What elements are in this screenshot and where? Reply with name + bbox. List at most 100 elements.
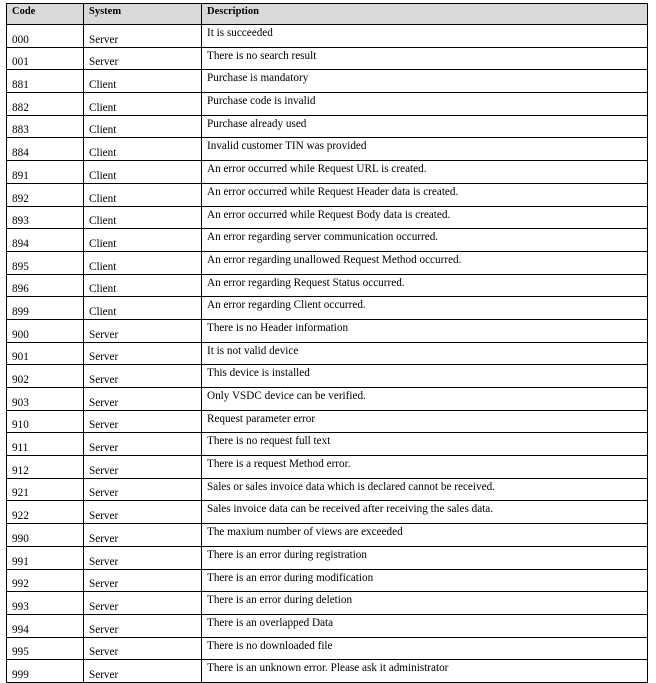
table-row: 899 Client An error regarding Client occur…	[6, 296, 648, 320]
cell-system: Client	[83, 114, 202, 139]
cell-system: Server	[83, 455, 202, 479]
table-row: 903 Server Only VSDC device can be verifie…	[6, 387, 648, 411]
cell-code: 000	[6, 24, 84, 48]
cell-code: 894	[6, 228, 84, 252]
cell-system: Server	[83, 364, 202, 388]
cell-description: There is an unknown error. Please ask it…	[201, 659, 648, 683]
cell-code: 899	[6, 296, 84, 320]
table-row: 991 Server There is an error during regist…	[6, 545, 648, 570]
cell-description: An error regarding Client occurred.	[201, 296, 648, 320]
cell-system: Server	[83, 409, 202, 434]
cell-system: Server	[83, 545, 202, 570]
table-row: 001 Server There is no search result	[6, 46, 648, 71]
cell-code: 910	[6, 409, 84, 434]
cell-code: 911	[6, 432, 84, 457]
cell-code: 921	[6, 477, 84, 502]
cell-code: 891	[6, 160, 84, 184]
cell-system: Client	[83, 273, 202, 298]
cell-description: Request parameter error	[201, 409, 648, 434]
table-row: 891 Client An error occurred while Request…	[6, 160, 648, 184]
cell-code: 991	[6, 545, 84, 570]
header-system: System	[83, 3, 202, 25]
table-row: 901 Server It is not valid device	[6, 341, 648, 366]
cell-code: 882	[6, 92, 84, 116]
cell-description: The maxium number of views are exceeded	[201, 523, 648, 547]
table-row: 883 Client Purchase already used	[6, 114, 648, 139]
cell-description: There is no request full text	[201, 432, 648, 457]
cell-code: 892	[6, 182, 84, 207]
cell-system: Server	[83, 432, 202, 457]
cell-code: 995	[6, 636, 84, 661]
cell-code: 001	[6, 46, 84, 71]
cell-description: Invalid customer TIN was provided	[201, 137, 648, 162]
table-header-row: Code System Description	[6, 3, 648, 25]
cell-code: 893	[6, 205, 84, 230]
cell-system: Server	[83, 387, 202, 411]
cell-system: Server	[83, 568, 202, 593]
cell-code: 903	[6, 387, 84, 411]
cell-description: There is an overlapped Data	[201, 613, 648, 638]
cell-code: 993	[6, 591, 84, 615]
table-row: 892 Client An error occurred while Request…	[6, 182, 648, 207]
cell-description: It is not valid device	[201, 341, 648, 366]
table-row: 896 Client An error regarding Request Stat…	[6, 273, 648, 298]
cell-code: 896	[6, 273, 84, 298]
cell-system: Client	[83, 205, 202, 230]
cell-description: An error occurred while Request Header d…	[201, 182, 648, 207]
cell-code: 990	[6, 523, 84, 547]
cell-description: An error regarding server communication …	[201, 228, 648, 252]
cell-code: 902	[6, 364, 84, 388]
cell-code: 900	[6, 318, 84, 343]
cell-code: 884	[6, 137, 84, 162]
table-row: 893 Client An error occurred while Request…	[6, 205, 648, 230]
cell-system: Client	[83, 160, 202, 184]
cell-description: There is an error during deletion	[201, 591, 648, 615]
cell-system: Client	[83, 296, 202, 320]
cell-description: This device is installed	[201, 364, 648, 388]
table-row: 882 Client Purchase code is invalid	[6, 92, 648, 116]
table-row: 000 Server It is succeeded	[6, 24, 648, 48]
header-description: Description	[201, 3, 648, 25]
cell-description: Sales invoice data can be received after…	[201, 500, 648, 525]
cell-description: There is a request Method error.	[201, 455, 648, 479]
cell-description: An error occurred while Request URL is c…	[201, 160, 648, 184]
cell-system: Server	[83, 24, 202, 48]
cell-code: 881	[6, 69, 84, 94]
cell-system: Client	[83, 69, 202, 94]
cell-system: Server	[83, 613, 202, 638]
cell-description: Purchase code is invalid	[201, 92, 648, 116]
cell-system: Server	[83, 500, 202, 525]
cell-description: Only VSDC device can be verified.	[201, 387, 648, 411]
table-row: 900 Server There is no Header information	[6, 318, 648, 343]
result-code-table: Code System Description 000 Server It is s…	[6, 3, 648, 683]
cell-description: Sales or sales invoice data which is dec…	[201, 477, 648, 502]
cell-code: 999	[6, 659, 84, 683]
cell-description: An error regarding unallowed Request Met…	[201, 250, 648, 275]
table-row: 881 Client Purchase is mandatory	[6, 69, 648, 94]
cell-code: 994	[6, 613, 84, 638]
header-code: Code	[6, 3, 84, 25]
table-row: 884 Client Invalid customer TIN was provid…	[6, 137, 648, 162]
cell-description: An error regarding Request Status occurr…	[201, 273, 648, 298]
cell-system: Server	[83, 318, 202, 343]
cell-description: There is an error during modification	[201, 568, 648, 593]
table-row: 993 Server There is an error during deleti…	[6, 591, 648, 615]
cell-description: There is no search result	[201, 46, 648, 71]
table-row: 894 Client An error regarding server commu…	[6, 228, 648, 252]
cell-system: Server	[83, 591, 202, 615]
cell-description: There is no downloaded file	[201, 636, 648, 661]
cell-code: 912	[6, 455, 84, 479]
table-row: 994 Server There is an overlapped Data	[6, 613, 648, 638]
cell-system: Client	[83, 137, 202, 162]
table-row: 912 Server There is a request Method error…	[6, 455, 648, 479]
cell-system: Client	[83, 182, 202, 207]
cell-description: There is an error during registration	[201, 545, 648, 570]
cell-system: Client	[83, 250, 202, 275]
cell-description: It is succeeded	[201, 24, 648, 48]
cell-system: Server	[83, 523, 202, 547]
table-row: 895 Client An error regarding unallowed Re…	[6, 250, 648, 275]
cell-code: 922	[6, 500, 84, 525]
cell-code: 901	[6, 341, 84, 366]
table-row: 911 Server There is no request full text	[6, 432, 648, 457]
table-row: 992 Server There is an error during modifi…	[6, 568, 648, 593]
